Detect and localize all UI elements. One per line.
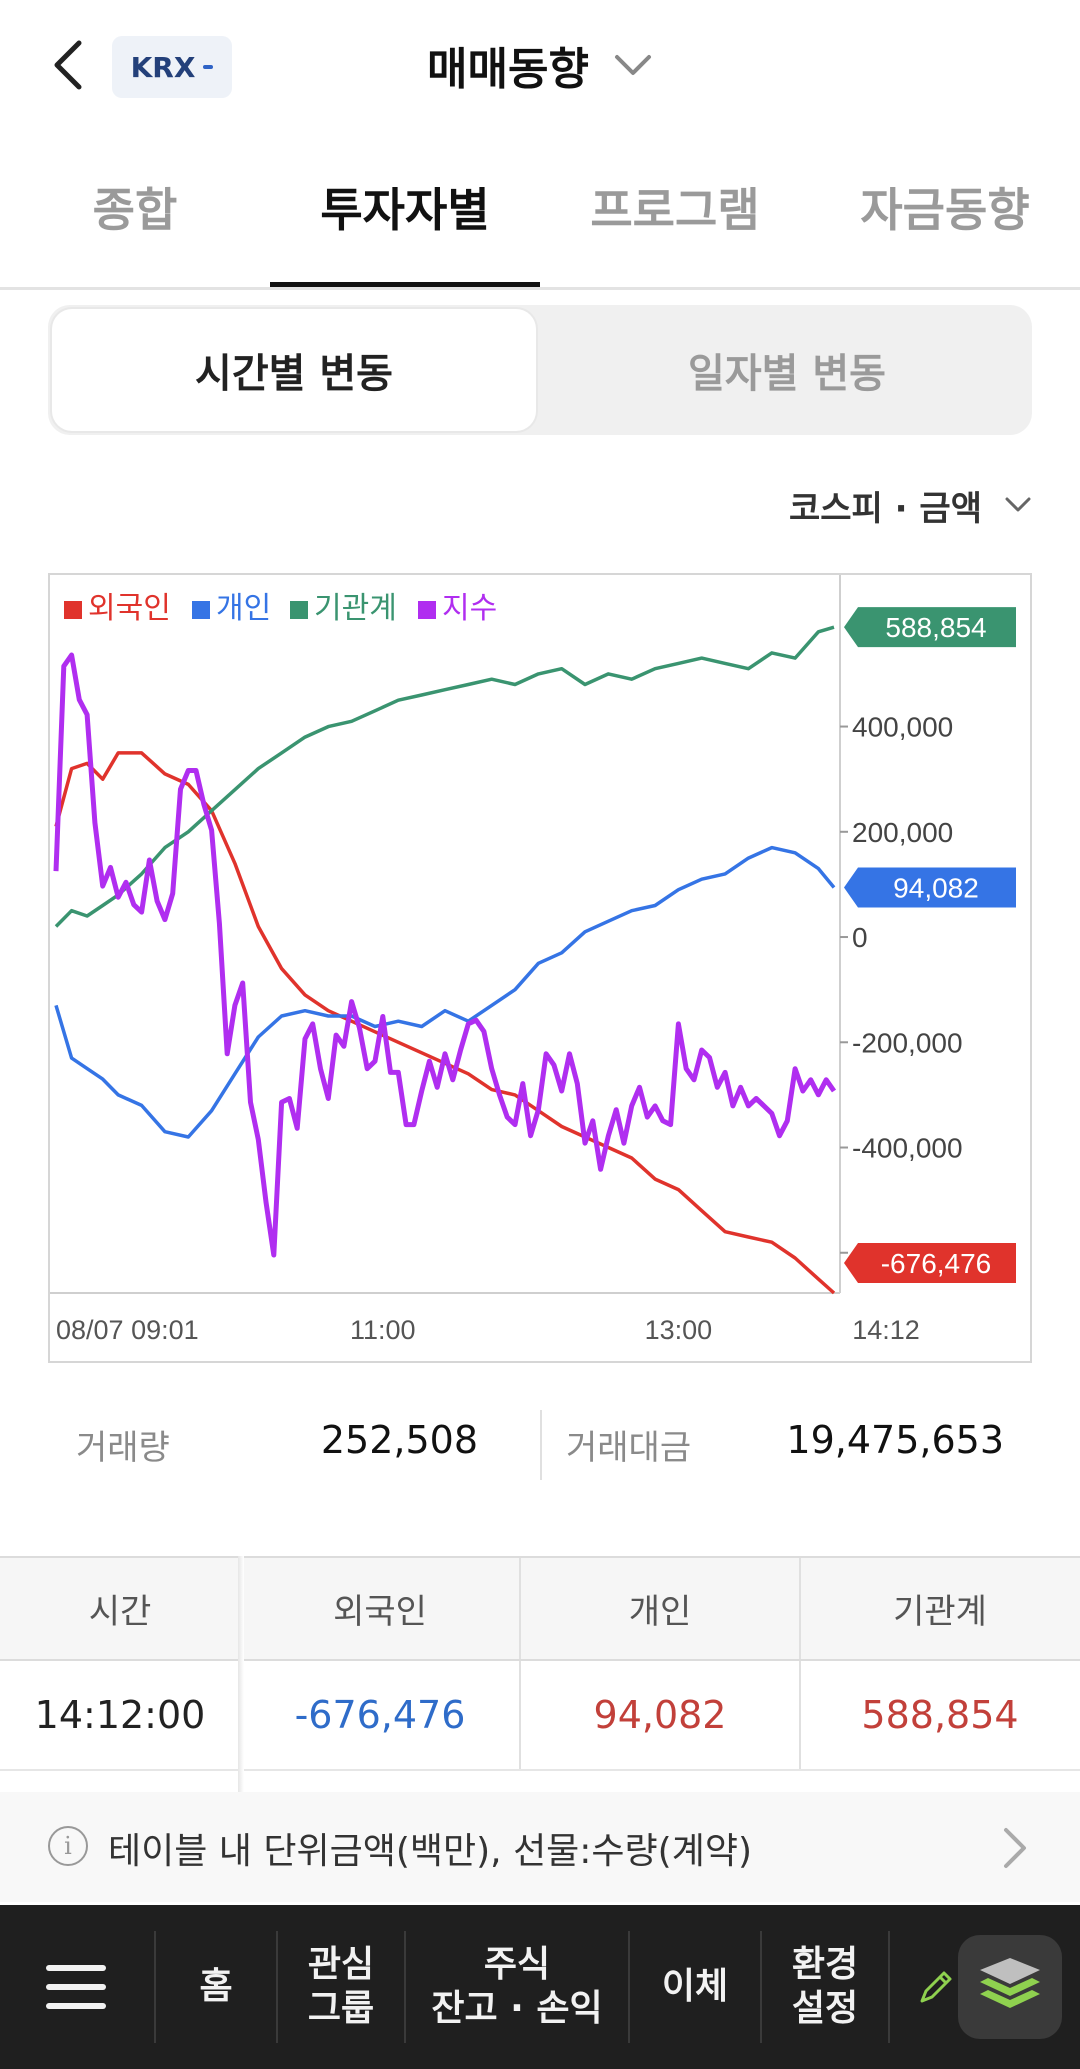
y-tick-label: -200,000 (852, 1027, 963, 1058)
end-label-individual: 94,082 (893, 873, 979, 904)
chevron-right-icon (1004, 1828, 1026, 1868)
unit-info-text: 테이블 내 단위금액(백만), 선물:수량(계약) (108, 1831, 753, 1872)
x-tick-label: 13:00 (645, 1315, 713, 1345)
layers-button[interactable] (958, 1935, 1062, 2039)
x-tick-label: 14:12 (852, 1315, 920, 1345)
bottom-navigation: 홈 관심 그룹 주식 잔고 · 손익 이체 환경 설정 (0, 1905, 1080, 2069)
legend-label: 개인 (216, 591, 271, 626)
series-line-3 (53, 652, 837, 1258)
x-tick-label: 11:00 (350, 1315, 416, 1345)
table-row[interactable]: 14:12:00 -676,476 94,082 588,854 (0, 1661, 1080, 1771)
investor-table: 시간 외국인 개인 기관계 14:12:00 -676,476 94,082 5… (0, 1556, 1080, 1792)
row-individual: 94,082 (593, 1693, 727, 1737)
investor-chart[interactable]: 400,000200,0000-200,000-400,000-600,0000… (48, 573, 1032, 1363)
pencil-icon[interactable] (916, 1967, 956, 2007)
tab-program[interactable]: 프로그램 (540, 170, 810, 270)
volume-divider (540, 1410, 542, 1480)
end-label-foreign: -676,476 (881, 1248, 992, 1279)
tab-bar: 종합 투자자별 프로그램 자금동향 (0, 150, 1080, 290)
legend-label: 지수 (442, 591, 497, 626)
tab-fund-flow[interactable]: 자금동향 (810, 170, 1080, 270)
unit-info-bar[interactable]: i 테이블 내 단위금액(백만), 선물:수량(계약) (0, 1792, 1080, 1902)
nav-home[interactable]: 홈 (156, 1905, 276, 2069)
chart-svg: 400,000200,0000-200,000-400,000-600,0000… (50, 575, 1016, 1345)
row-time: 14:12:00 (34, 1693, 206, 1737)
nav-stock-balance[interactable]: 주식 잔고 · 손익 (406, 1905, 628, 2069)
period-segment: 시간별 변동 일자별 변동 (48, 305, 1032, 435)
header-foreign: 외국인 (333, 1592, 427, 1632)
header: KRX 매매동향 (0, 0, 1080, 130)
menu-icon[interactable] (44, 1957, 108, 2017)
chevron-down-icon (614, 55, 651, 75)
y-tick-label: 0 (852, 922, 868, 953)
table-header: 시간 외국인 개인 기관계 (0, 1556, 1080, 1661)
row-institution: 588,854 (861, 1693, 1019, 1737)
nav-transfer[interactable]: 이체 (630, 1905, 760, 2069)
segment-by-date[interactable]: 일자별 변동 (542, 305, 1032, 435)
x-tick-label: 08/07 09:01 (56, 1315, 199, 1345)
tab-summary[interactable]: 종합 (0, 170, 270, 270)
tab-by-investor[interactable]: 투자자별 (270, 170, 540, 270)
legend-swatch (418, 601, 436, 619)
legend-label: 외국인 (88, 591, 171, 626)
series-line-0 (54, 751, 836, 1295)
legend-label: 기관계 (314, 591, 397, 626)
volume-label: 거래량 (76, 1428, 170, 1468)
nav-settings[interactable]: 환경 설정 (762, 1905, 888, 2069)
legend-swatch (192, 601, 210, 619)
y-tick-label: 400,000 (852, 712, 953, 743)
y-tick-label: -400,000 (852, 1133, 963, 1164)
title-dropdown[interactable]: 매매동향 (0, 30, 1080, 100)
segment-by-time[interactable]: 시간별 변동 (52, 309, 536, 431)
y-tick-label: 200,000 (852, 817, 953, 848)
volume-value: 252,508 (320, 1418, 478, 1462)
layers-icon (980, 1958, 1040, 2008)
legend-swatch (290, 601, 308, 619)
info-icon: i (48, 1826, 88, 1866)
header-individual: 개인 (628, 1592, 692, 1632)
legend-swatch (64, 601, 82, 619)
frozen-column-shadow (238, 1556, 244, 1792)
chevron-down-icon (1005, 497, 1031, 512)
amount-value: 19,475,653 (786, 1418, 1004, 1462)
row-foreign: -676,476 (294, 1693, 466, 1737)
active-tab-indicator (270, 282, 540, 287)
nav-divider (888, 1931, 890, 2043)
header-time: 시간 (88, 1592, 152, 1632)
volume-summary: 거래량 252,508 거래대금 19,475,653 (48, 1400, 1032, 1490)
market-select-label: 코스피 · 금액 (789, 488, 982, 529)
page-title: 매매동향 (427, 44, 589, 95)
nav-watch-group[interactable]: 관심 그룹 (278, 1905, 404, 2069)
amount-label: 거래대금 (566, 1428, 692, 1468)
market-select[interactable]: 코스피 · 금액 (789, 470, 1032, 540)
end-label-institution: 588,854 (885, 612, 986, 643)
header-institution: 기관계 (893, 1592, 987, 1632)
